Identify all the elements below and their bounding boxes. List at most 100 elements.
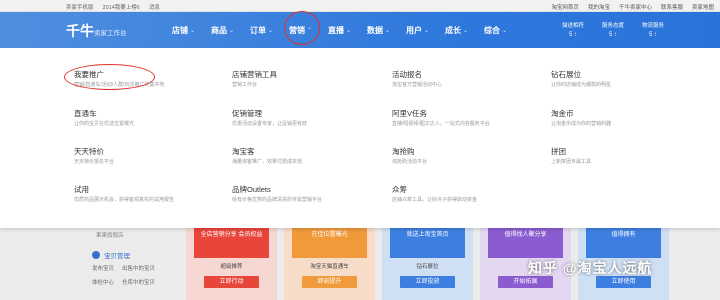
ranking-link[interactable]: 2014我要上榜6 (103, 3, 140, 11)
menu-item-flash-sale[interactable]: 淘抢购淘抢购活动平台 (392, 147, 427, 166)
item-title: 淘宝客 (232, 147, 255, 156)
chevron-down-icon: ⌄ (190, 28, 196, 34)
rating-value: 5 ↑ (648, 32, 657, 38)
item-title: 阿里V任务 (392, 109, 428, 118)
item-desc: 淘抢购活动平台 (392, 159, 428, 165)
logo-subtitle: 卖家工作台 (94, 30, 127, 37)
on-sale-link[interactable]: 出售中的宝贝 (122, 264, 156, 272)
marketing-dropdown: 我要推广 营销/直通车/活动/人群/玩法推广的集中地 店铺营销工具 营销工作台 活动… (0, 48, 720, 228)
item-desc: 让淘金币成为你的营销利器 (551, 121, 612, 127)
background-sidebar: 果果旗舰店 宝贝管理 发布宝贝 出售中的宝贝 体检中心 仓库中的宝贝 (78, 228, 188, 300)
product-links: 发布宝贝 出售中的宝贝 体检中心 仓库中的宝贝 (92, 264, 156, 286)
warehouse-link[interactable]: 仓库中的宝贝 (122, 278, 156, 286)
rating-label: 描述相符 (561, 23, 584, 29)
menu-item-daily-deals[interactable]: 天天特价 天天特价报名平台 (74, 147, 114, 166)
item-desc: 上新拼团专属工具 (551, 159, 592, 165)
menu-item-promo-mgmt[interactable]: 促销管理优惠活动设置专家，让促销更有效 (232, 109, 307, 128)
promo-button[interactable]: 立即行动 (204, 276, 259, 288)
nav-shop[interactable]: 店铺 ⌄ (172, 25, 211, 36)
promo-card: 全店营销分享 会员权益 超级推荐 立即行动 (186, 228, 277, 300)
item-title: 直通车 (74, 109, 97, 118)
item-title: 品牌Outlets (232, 185, 271, 194)
menu-item-outlets[interactable]: 品牌Outlets 给有价格优势的品牌清货的专属营销平台 (232, 185, 322, 204)
highlight-circle (64, 64, 155, 90)
nav-label: 数据 (367, 26, 383, 35)
item-title: 促销管理 (232, 109, 262, 118)
nav-label: 用户 (406, 26, 422, 35)
promo-card: 就送上淘宝首页 钻石展位 立即投放 (382, 228, 473, 300)
nav-label: 商品 (211, 26, 227, 35)
chevron-down-icon: ⌄ (346, 28, 352, 34)
item-title: 钻石展位 (551, 70, 581, 79)
rating-value: 5 ↑ (608, 32, 617, 38)
item-title: 试用 (74, 185, 89, 194)
promo-button[interactable]: 立即投放 (400, 276, 455, 288)
menu-item-crowdfunding[interactable]: 众筹店铺众筹工具，让好点子获得启动资金 (392, 185, 477, 204)
nav-live[interactable]: 直播 ⌄ (328, 25, 367, 36)
item-desc: 优惠活动设置专家，让促销更有效 (232, 121, 308, 127)
section-label: 宝贝管理 (104, 253, 130, 260)
nav-menu: 店铺 ⌄ 商品 ⌄ 订单 ⌄ 营销 ⌃ 直播 ⌄ 数据 ⌄ 用户 ⌄ 成长 ⌄ 综合 ⌄ (172, 25, 523, 36)
publish-item-link[interactable]: 发布宝贝 (92, 264, 122, 272)
nav-growth[interactable]: 成长 ⌄ (445, 25, 484, 36)
item-desc: 营销工作台 (232, 82, 258, 88)
nav-data[interactable]: 数据 ⌄ (367, 25, 406, 36)
chevron-down-icon: ⌄ (424, 28, 430, 34)
nav-products[interactable]: 商品 ⌄ (211, 25, 250, 36)
item-title: 淘金币 (551, 109, 574, 118)
health-center-link[interactable]: 体检中心 (92, 278, 122, 286)
menu-item-trial[interactable]: 试用优质商品展示机会，获得客观真实的试用报告 (74, 185, 174, 204)
watermark: 知乎 @淘宝人远航 (528, 260, 653, 276)
promo-button[interactable]: 即刻提升 (302, 276, 357, 288)
nav-users[interactable]: 用户 ⌄ (406, 25, 445, 36)
nav-label: 成长 (445, 26, 461, 35)
item-title: 活动报名 (392, 70, 422, 79)
item-desc: 店铺众筹工具，让好点子获得启动资金 (392, 197, 478, 203)
rating-logistics[interactable]: 物流服务 5 ↑ (638, 22, 668, 40)
menu-item-event-signup[interactable]: 活动报名淘宝官方营销活动中心 (392, 70, 442, 89)
promo-banner: 在佳位置曝光 (292, 228, 367, 258)
customer-service-link[interactable]: 联系客服 (661, 3, 683, 11)
nav-label: 综合 (484, 26, 500, 35)
menu-item-diamond-booth[interactable]: 钻石展位让你的店铺成为爆款的明星 (551, 70, 611, 89)
mobile-link[interactable]: 卖家手机版 (66, 3, 94, 11)
item-title: 拼团 (551, 147, 566, 156)
item-desc: 让你的宝贝在优选位置曝光 (74, 121, 135, 127)
chevron-down-icon: ⌄ (229, 28, 235, 34)
menu-item-taojinbi[interactable]: 淘金币让淘金币成为你的营销利器 (551, 109, 611, 128)
menu-item-ztc[interactable]: 直通车让你的宝贝在优选位置曝光 (74, 109, 134, 128)
taobao-home-link[interactable]: 淘宝网首页 (551, 3, 579, 11)
item-desc: 淘宝官方营销活动中心 (392, 82, 443, 88)
seller-map-link[interactable]: 卖家地图 (692, 3, 714, 11)
nav-general[interactable]: 综合 ⌄ (484, 25, 523, 36)
shop-name: 果果旗舰店 (96, 233, 124, 239)
rating-label: 服务态度 (601, 23, 624, 29)
top-utility-bar: 卖家手机版 2014我要上榜6 消息 淘宝网首页 我的淘宝 千牛卖家中心 联系客… (0, 0, 720, 12)
item-title: 淘抢购 (392, 147, 415, 156)
qianniu-logo[interactable]: 千牛 (66, 21, 94, 41)
menu-item-taobaoke[interactable]: 淘宝客海量淘客推广，效果付费成本低 (232, 147, 302, 166)
item-title: 天天特价 (74, 147, 104, 156)
item-desc: 海量淘客推广，效果付费成本低 (232, 159, 303, 165)
my-taobao-link[interactable]: 我的淘宝 (588, 3, 610, 11)
highlight-circle (284, 11, 320, 45)
item-desc: 优质商品展示机会，获得客观真实的试用报告 (74, 197, 175, 203)
promo-banner: 全店营销分享 会员权益 (194, 228, 269, 258)
seller-center-link[interactable]: 千牛卖家中心 (619, 3, 652, 11)
item-desc: 让你的店铺成为爆款的明星 (551, 82, 612, 88)
promo-banner: 值得拥有 (586, 228, 661, 258)
main-navbar: 千牛 卖家工作台 店铺 ⌄ 商品 ⌄ 订单 ⌄ 营销 ⌃ 直播 ⌄ 数据 ⌄ 用户 ⌄ 成长 ⌄… (0, 12, 720, 48)
item-title: 众筹 (392, 185, 407, 194)
promo-banner: 值得找人聚分享 (488, 228, 563, 258)
menu-item-group-buy[interactable]: 拼团上新拼团专属工具 (551, 147, 591, 166)
menu-item-v-task[interactable]: 阿里V任务 直播/短视频/图文达人，一站式内容服务平台 (392, 109, 490, 128)
nav-label: 直播 (328, 26, 344, 35)
menu-item-store-tools[interactable]: 店铺营销工具 营销工作台 (232, 70, 277, 89)
rating-service[interactable]: 服务态度 5 ↑ (598, 22, 628, 40)
promo-name: 钻石展位 (416, 264, 439, 270)
rating-description[interactable]: 描述相符 5 ↑ (558, 22, 588, 40)
product-icon (92, 251, 100, 259)
item-desc: 给有价格优势的品牌清货的专属营销平台 (232, 197, 323, 203)
messages-link[interactable]: 消息 (149, 3, 160, 11)
product-management-section[interactable]: 宝贝管理 (92, 250, 130, 260)
